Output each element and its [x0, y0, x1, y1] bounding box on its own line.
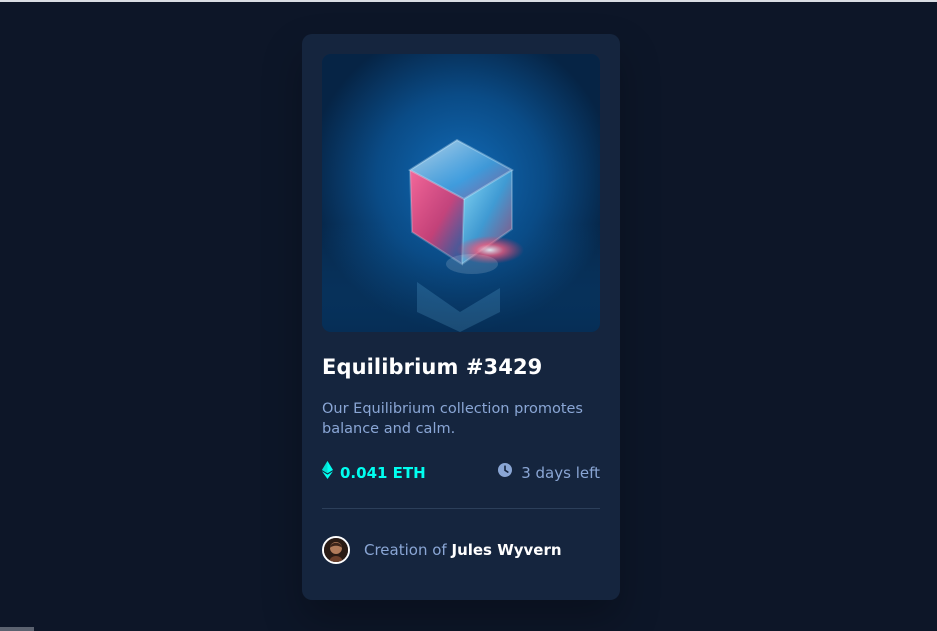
equilibrium-cube-image	[322, 54, 600, 332]
nft-hero-image[interactable]	[322, 54, 600, 332]
creator-row: Creation of Jules Wyvern	[322, 534, 600, 566]
creator-prefix: Creation of	[364, 541, 447, 559]
avatar-image	[324, 538, 348, 562]
time-left-value: 3 days left	[521, 464, 600, 482]
clock-icon	[497, 462, 513, 484]
nft-meta-row: 0.041 ETH 3 days left	[322, 461, 600, 485]
nft-description: Our Equilibrium collection promotes bala…	[322, 401, 583, 437]
creator-name[interactable]: Jules Wyvern	[451, 541, 561, 559]
ethereum-icon	[322, 461, 333, 485]
time-left-group: 3 days left	[497, 462, 600, 484]
nft-preview-card: Equilibrium #3429 Our Equilibrium collec…	[302, 34, 620, 600]
price-value: 0.041 ETH	[340, 464, 426, 482]
top-edge	[0, 0, 937, 2]
avatar	[322, 536, 350, 564]
nft-title[interactable]: Equilibrium #3429	[322, 354, 542, 380]
price-group: 0.041 ETH	[322, 461, 426, 485]
creator-text: Creation of Jules Wyvern	[364, 540, 562, 560]
scrollbar-thumb[interactable]	[0, 627, 34, 631]
card-divider	[322, 508, 600, 509]
